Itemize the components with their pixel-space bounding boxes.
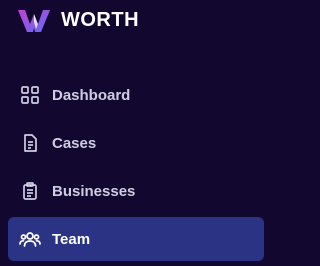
document-icon — [19, 132, 41, 154]
clipboard-icon — [19, 180, 41, 202]
sidebar-item-team[interactable]: Team — [8, 217, 264, 261]
worth-logo-icon — [16, 6, 52, 34]
brand-name: WORTH — [61, 8, 140, 31]
sidebar-item-label: Cases — [52, 134, 97, 152]
sidebar-item-label: Dashboard — [52, 86, 131, 104]
team-users-icon — [19, 228, 41, 250]
dashboard-grid-icon — [19, 84, 41, 106]
sidebar-item-label: Businesses — [52, 182, 136, 200]
sidebar-item-cases[interactable]: Cases — [8, 121, 264, 165]
sidebar-item-label: Team — [52, 230, 91, 248]
sidebar-nav: Dashboard Cases Businesses Team — [8, 73, 264, 265]
sidebar-item-businesses[interactable]: Businesses — [8, 169, 264, 213]
brand-header[interactable]: WORTH — [16, 5, 139, 35]
sidebar-item-dashboard[interactable]: Dashboard — [8, 73, 264, 117]
sidebar: WORTH Dashboard Cases Businesses Team — [0, 0, 273, 266]
